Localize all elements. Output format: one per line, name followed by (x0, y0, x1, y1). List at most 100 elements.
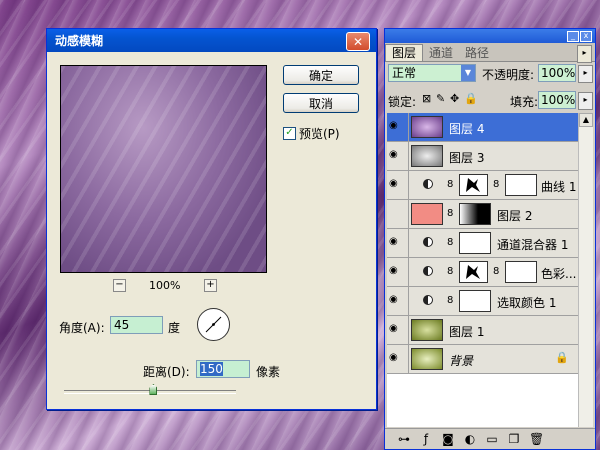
blend-mode-value: 正常 (392, 66, 417, 80)
scroll-up-icon[interactable]: ▲ (579, 113, 593, 127)
opacity-arrow-icon[interactable]: ▸ (578, 65, 593, 83)
preview-checkbox[interactable]: ✓ (283, 127, 296, 140)
lock-paint-icon[interactable]: ✎ (436, 92, 445, 105)
preview-image[interactable] (60, 65, 267, 273)
layer-row-1[interactable]: ◉ 图层 1 (387, 316, 579, 345)
cancel-button[interactable]: 取消 (283, 93, 359, 113)
delete-layer-icon[interactable]: 🗑 (529, 432, 544, 446)
layer-name: 曲线 1 (541, 180, 577, 194)
layer-row-2[interactable]: ◉ 8 图层 2 (387, 200, 579, 229)
link-icon[interactable]: 8 (493, 180, 499, 190)
dialog-title: 动感模糊 (55, 34, 104, 48)
lock-all-icon[interactable]: 🔒 (464, 92, 478, 105)
visibility-eye-icon[interactable]: ◉ (389, 150, 403, 160)
zoom-controls: − 100% + (113, 279, 219, 293)
layer-row-channel-mixer[interactable]: ◉ 8 通道混合器 1 (387, 229, 579, 258)
figure-silhouette-icon (466, 265, 480, 279)
panel-menu-icon[interactable]: ▸ (577, 45, 592, 63)
figure-silhouette-icon (466, 178, 480, 192)
layer-name: 图层 4 (449, 122, 485, 136)
layer-row-3[interactable]: ◉ 图层 3 (387, 142, 579, 171)
lock-icon: 🔒 (555, 351, 569, 364)
panel-tabs: 图层 通道 路径 (385, 43, 595, 62)
dialog-titlebar[interactable]: 动感模糊 ✕ (47, 29, 376, 52)
link-icon[interactable]: 8 (493, 267, 499, 277)
layers-scrollbar[interactable]: ▲ (578, 113, 593, 427)
angle-dial[interactable] (197, 308, 230, 341)
tab-layers[interactable]: 图层 (385, 44, 424, 61)
lock-move-icon[interactable]: ✥ (450, 92, 459, 105)
ok-button[interactable]: 确定 (283, 65, 359, 85)
visibility-eye-icon[interactable]: ◉ (389, 179, 403, 189)
angle-unit: 度 (168, 321, 181, 335)
tab-paths[interactable]: 路径 (459, 45, 495, 61)
layer-name: 背景 (449, 354, 474, 368)
blend-mode-select[interactable]: 正常 ▼ (388, 64, 476, 82)
distance-label: 距离(D): (143, 365, 190, 379)
layer-row-curves[interactable]: ◉ 8 8 曲线 1 (387, 171, 579, 200)
layer-style-icon[interactable]: ƒ (419, 432, 433, 446)
new-group-icon[interactable]: ▭ (485, 432, 499, 446)
layer-row-color-balance[interactable]: ◉ 8 8 色彩... (387, 258, 579, 287)
new-layer-icon[interactable]: ❐ (507, 432, 521, 446)
close-button[interactable]: ✕ (346, 32, 370, 51)
link-icon[interactable]: 8 (447, 209, 453, 219)
visibility-eye-icon[interactable]: ◉ (389, 208, 403, 218)
visibility-eye-icon[interactable]: ◉ (389, 121, 403, 131)
zoom-level: 100% (149, 279, 181, 292)
add-mask-icon[interactable]: ◙ (441, 432, 455, 446)
distance-value: 150 (200, 362, 223, 376)
opacity-label: 不透明度: (482, 68, 535, 82)
opacity-input[interactable]: 100% (538, 64, 576, 82)
visibility-eye-icon[interactable]: ◉ (389, 353, 403, 363)
layers-panel: _ x 图层 通道 路径 ▸ 正常 ▼ 不透明度: 100% ▸ 锁定: ⊠ ✎… (384, 28, 596, 450)
fill-input[interactable]: 100% (538, 91, 576, 109)
mask-thumbnail (505, 261, 537, 283)
lock-label: 锁定: (388, 95, 417, 109)
layers-list: ◉ 图层 4 ◉ 图层 3 ◉ 8 8 曲线 1 ◉ 8 图 (387, 113, 579, 427)
preview-checkbox-row[interactable]: ✓ 预览(P) (283, 125, 340, 142)
lock-transparent-icon[interactable]: ⊠ (422, 92, 431, 105)
angle-label: 角度(A): (59, 321, 105, 335)
link-icon[interactable]: 8 (447, 238, 453, 248)
layer-thumbnail (411, 116, 443, 138)
visibility-eye-icon[interactable]: ◉ (389, 266, 403, 276)
chevron-down-icon[interactable]: ▼ (461, 65, 475, 81)
layer-row-selective-color[interactable]: ◉ 8 选取颜色 1 (387, 287, 579, 316)
mask-thumbnail (459, 174, 488, 196)
layer-row-background[interactable]: ◉ 背景 🔒 (387, 345, 579, 374)
fill-label: 填充: (510, 95, 539, 109)
minimize-icon[interactable]: _ (567, 31, 579, 42)
mask-thumbnail (459, 232, 491, 254)
new-adjustment-icon[interactable]: ◐ (463, 432, 477, 446)
panel-titlebar[interactable]: _ x (385, 29, 595, 43)
layer-name: 图层 1 (449, 325, 485, 339)
distance-slider-thumb[interactable] (149, 384, 158, 395)
zoom-in-button[interactable]: + (204, 279, 217, 292)
link-icon[interactable]: 8 (447, 267, 453, 277)
layer-thumbnail (411, 145, 443, 167)
mask-thumbnail (505, 174, 537, 196)
lock-row: 锁定: ⊠ ✎ ✥ 🔒 填充: 100% ▸ (388, 90, 593, 110)
zoom-out-button[interactable]: − (113, 279, 126, 292)
motion-blur-dialog: 动感模糊 ✕ − 100% + 确定 取消 ✓ 预览(P) 角度(A): 45 … (46, 28, 377, 410)
tab-channels[interactable]: 通道 (423, 45, 459, 61)
link-icon[interactable]: 8 (447, 180, 453, 190)
layer-name: 色彩... (541, 267, 577, 281)
link-layers-icon[interactable]: ⊶ (397, 432, 411, 446)
visibility-eye-icon[interactable]: ◉ (389, 295, 403, 305)
mask-thumbnail (459, 261, 488, 283)
visibility-eye-icon[interactable]: ◉ (389, 237, 403, 247)
close-icon[interactable]: x (580, 31, 592, 42)
mask-thumbnail (459, 203, 491, 225)
layer-name: 通道混合器 1 (497, 238, 569, 252)
fill-arrow-icon[interactable]: ▸ (578, 92, 593, 110)
layer-thumbnail (411, 203, 443, 225)
visibility-eye-icon[interactable]: ◉ (389, 324, 403, 334)
layer-row-4[interactable]: ◉ 图层 4 (387, 113, 579, 142)
distance-input[interactable]: 150 (196, 360, 250, 378)
angle-input[interactable]: 45 (110, 316, 163, 334)
layer-name: 图层 3 (449, 151, 485, 165)
link-icon[interactable]: 8 (447, 296, 453, 306)
layer-thumbnail (411, 348, 443, 370)
